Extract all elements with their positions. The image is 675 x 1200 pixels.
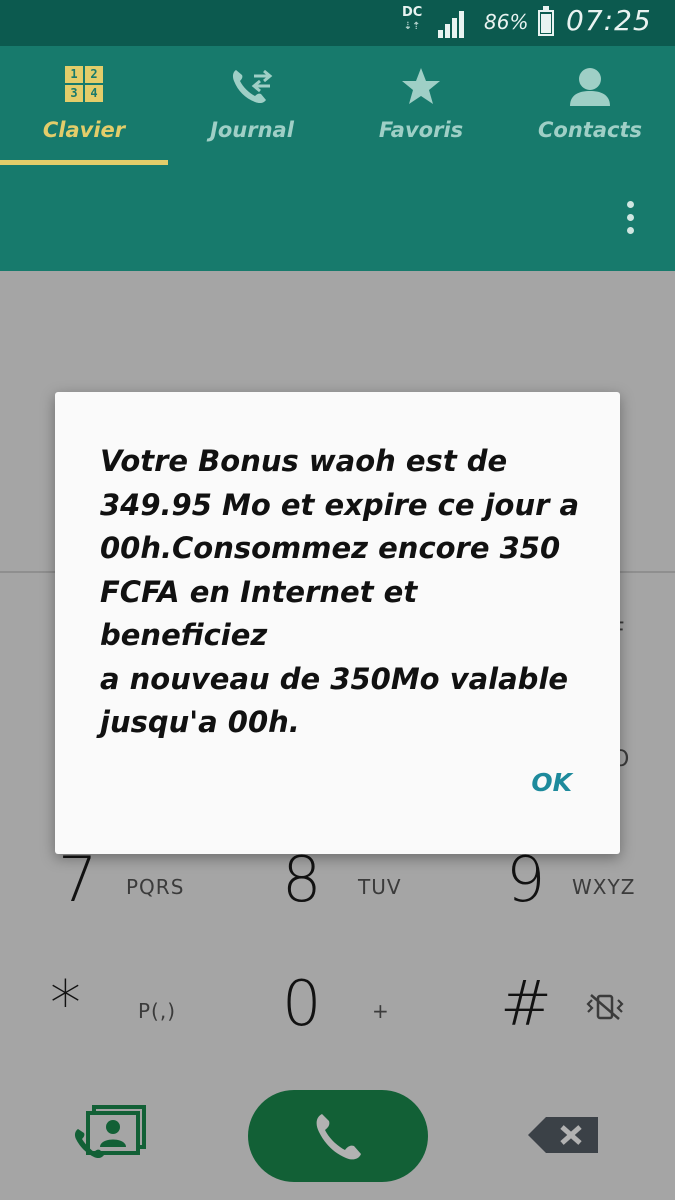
tab-label: Clavier: [42, 118, 126, 142]
dialog-message: Votre Bonus waoh est de 349.95 Mo et exp…: [100, 440, 590, 745]
ok-button[interactable]: OK: [531, 768, 572, 797]
dialog-message-line: Votre Bonus waoh est de: [100, 444, 508, 478]
keypad-icon: 1 2 3 4: [65, 66, 103, 102]
tab-label: Journal: [210, 118, 294, 142]
call-log-icon: [230, 66, 274, 110]
keypad-icon-digit: 4: [85, 85, 103, 102]
tab-label: Contacts: [538, 118, 642, 142]
tab-favoris[interactable]: Favoris: [337, 46, 505, 166]
app-bar: 1 2 3 4 Clavier Journal Favoris Contacts: [0, 46, 675, 271]
dialog-message-line: 00h.Consommez encore 350: [100, 531, 561, 565]
ussd-message-dialog: Votre Bonus waoh est de 349.95 Mo et exp…: [55, 392, 620, 854]
data-arrows-icon: ⇣⇡: [403, 21, 421, 32]
more-options-icon[interactable]: [620, 201, 640, 241]
tab-clavier[interactable]: 1 2 3 4 Clavier: [0, 46, 168, 166]
tab-contacts[interactable]: Contacts: [506, 46, 674, 166]
battery-icon: [538, 6, 554, 36]
battery-percent: 86%: [484, 10, 529, 34]
person-icon: [568, 66, 612, 112]
dialog-message-line: jusqu'a 00h.: [100, 705, 300, 739]
tab-label: Favoris: [378, 118, 464, 142]
dialog-message-line: FCFA en Internet et beneficiez: [100, 574, 418, 653]
star-icon: [400, 66, 442, 110]
keypad-icon-digit: 1: [65, 66, 83, 83]
active-tab-indicator: [0, 160, 168, 165]
signal-strength-icon: [438, 10, 468, 38]
status-clock: 07:25: [566, 4, 652, 37]
network-type-label: DC: [402, 5, 423, 20]
tab-journal[interactable]: Journal: [168, 46, 336, 166]
keypad-icon-digit: 2: [85, 66, 103, 83]
network-indicator: DC ⇣⇡: [402, 6, 422, 34]
status-bar: DC ⇣⇡ 86% 07:25: [0, 0, 675, 46]
dialog-message-line: 349.95 Mo et expire ce jour a: [100, 487, 580, 522]
keypad-icon-digit: 3: [65, 85, 83, 102]
dialog-message-line: a nouveau de 350Mo valable: [100, 661, 569, 696]
